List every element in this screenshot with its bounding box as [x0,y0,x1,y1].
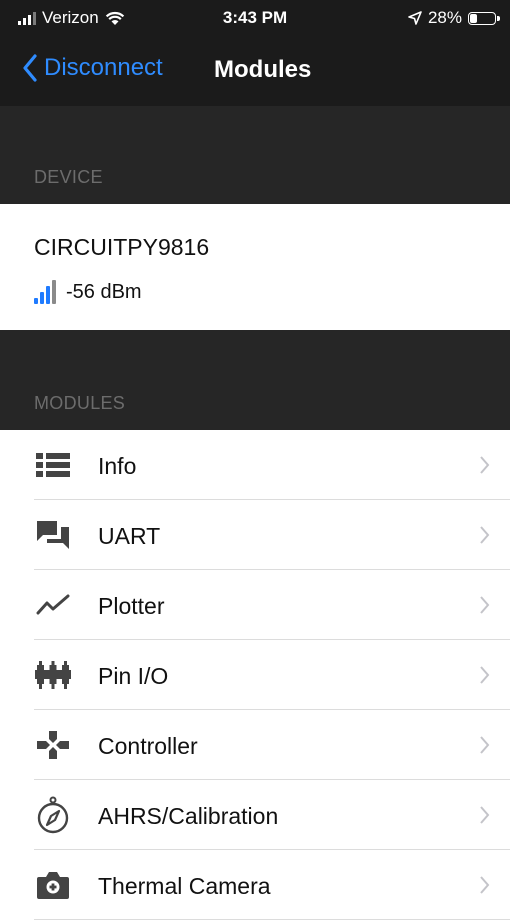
module-row-thermal-camera[interactable]: Thermal Camera [0,850,510,920]
page-title: Modules [214,56,312,83]
signal-strength-icon [34,280,56,304]
status-right: 28% [408,8,500,28]
status-bar: Verizon 3:43 PM 28% [0,0,510,34]
list-icon [34,446,72,484]
module-row-controller[interactable]: Controller [0,710,510,780]
chat-icon [34,516,72,554]
gamepad-icon [34,726,72,764]
device-section-header: DEVICE [0,106,510,204]
chevron-right-icon [480,736,490,754]
chevron-right-icon [480,876,490,894]
chevron-right-icon [480,456,490,474]
device-cell: CIRCUITPY9816 -56 dBm [0,204,510,330]
module-label: AHRS/Calibration [98,803,279,829]
module-row-uart[interactable]: UART [0,500,510,570]
chevron-right-icon [480,596,490,614]
device-name: CIRCUITPY9816 [34,234,210,260]
compass-icon [34,796,72,834]
chevron-right-icon [480,666,490,684]
rssi-value: -56 dBm [66,280,142,303]
disconnect-label: Disconnect [44,54,163,81]
module-row-plotter[interactable]: Plotter [0,570,510,640]
chevron-right-icon [480,526,490,544]
modules-section-header: MODULES [0,330,510,430]
pins-icon [34,656,72,694]
module-label: Info [98,453,137,479]
battery-icon [468,11,500,25]
module-label: Pin I/O [98,663,169,689]
battery-fill [470,13,478,23]
module-row-pin-io[interactable]: Pin I/O [0,640,510,710]
location-icon [408,11,422,25]
rssi-indicator: -56 dBm [34,280,142,304]
module-label: Controller [98,733,198,759]
module-list: Info UART Plotter Pin I/O Controller AHR… [0,430,510,920]
module-label: Thermal Camera [98,873,271,899]
camera-icon [34,866,72,904]
disconnect-button[interactable]: Disconnect [22,54,163,82]
navigation-bar: Disconnect Modules [0,34,510,106]
chevron-left-icon [23,54,37,82]
module-label: UART [98,523,161,549]
line-chart-icon [34,586,72,624]
modules-section-title: MODULES [34,393,126,413]
chevron-right-icon [480,806,490,824]
module-row-info[interactable]: Info [0,430,510,500]
module-label: Plotter [98,593,165,619]
battery-percent: 28% [427,8,462,27]
device-section-title: DEVICE [34,167,103,187]
module-row-ahrs-calibration[interactable]: AHRS/Calibration [0,780,510,850]
